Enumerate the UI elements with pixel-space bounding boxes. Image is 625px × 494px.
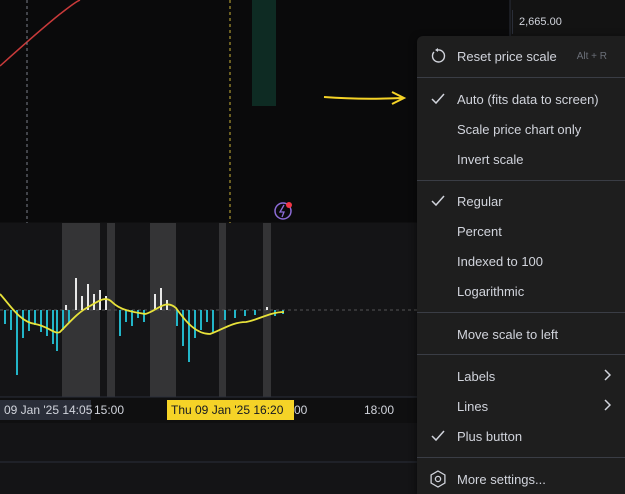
menu-divider	[417, 77, 625, 78]
time-tick: 18:00	[364, 403, 395, 417]
checkmark-icon	[429, 192, 447, 210]
menu-item-label: More settings...	[457, 471, 546, 487]
time-tick: 00	[294, 403, 308, 417]
gear-icon	[429, 470, 447, 488]
checkmark-icon	[429, 427, 447, 445]
menu-item-reset-price-scale[interactable]: Reset price scale Alt + R	[417, 41, 625, 71]
menu-item-label: Lines	[457, 398, 489, 414]
menu-item-auto-fit[interactable]: Auto (fits data to screen)	[417, 84, 625, 114]
menu-item-label: Invert scale	[457, 151, 524, 167]
menu-item-move-scale-left[interactable]: Move scale to left	[417, 319, 625, 349]
menu-item-scale-price-only[interactable]: Scale price chart only	[417, 114, 625, 144]
menu-item-plus-button[interactable]: Plus button	[417, 421, 625, 451]
menu-item-logarithmic[interactable]: Logarithmic	[417, 276, 625, 306]
menu-item-indexed-to-100[interactable]: Indexed to 100	[417, 246, 625, 276]
menu-item-label: Reset price scale	[457, 48, 557, 64]
menu-item-invert-scale[interactable]: Invert scale	[417, 144, 625, 174]
menu-item-lines[interactable]: Lines	[417, 391, 625, 421]
menu-item-more-settings[interactable]: More settings...	[417, 464, 625, 494]
menu-item-label: Regular	[457, 193, 503, 209]
menu-item-labels[interactable]: Labels	[417, 361, 625, 391]
menu-item-label: Indexed to 100	[457, 253, 544, 269]
price-scale-label: 2,665.00	[512, 10, 591, 34]
candle-body	[252, 0, 276, 106]
menu-divider	[417, 180, 625, 181]
menu-item-percent[interactable]: Percent	[417, 216, 625, 246]
menu-divider	[417, 457, 625, 458]
menu-divider	[417, 354, 625, 355]
menu-item-label: Labels	[457, 368, 496, 384]
menu-item-label: Scale price chart only	[457, 121, 582, 137]
crosshair-time-label-right: Thu 09 Jan '25 16:20	[167, 400, 294, 420]
shortcut-hint: Alt + R	[576, 50, 607, 62]
menu-item-label: Logarithmic	[457, 283, 525, 299]
menu-item-regular[interactable]: Regular	[417, 186, 625, 216]
menu-item-label: Plus button	[457, 428, 523, 444]
price-scale-context-menu: Reset price scale Alt + R Auto (fits dat…	[417, 36, 625, 494]
menu-divider	[417, 312, 625, 313]
menu-item-label: Move scale to left	[457, 326, 559, 342]
time-tick: 15:00	[94, 403, 125, 417]
menu-item-label: Auto (fits data to screen)	[457, 91, 599, 107]
reset-arrow-icon	[429, 47, 447, 65]
menu-item-label: Percent	[457, 223, 502, 239]
checkmark-icon	[429, 90, 447, 108]
crosshair-time-label-left: 09 Jan '25 14:05	[0, 400, 92, 420]
chevron-right-icon	[603, 398, 612, 414]
chevron-right-icon	[603, 368, 612, 384]
